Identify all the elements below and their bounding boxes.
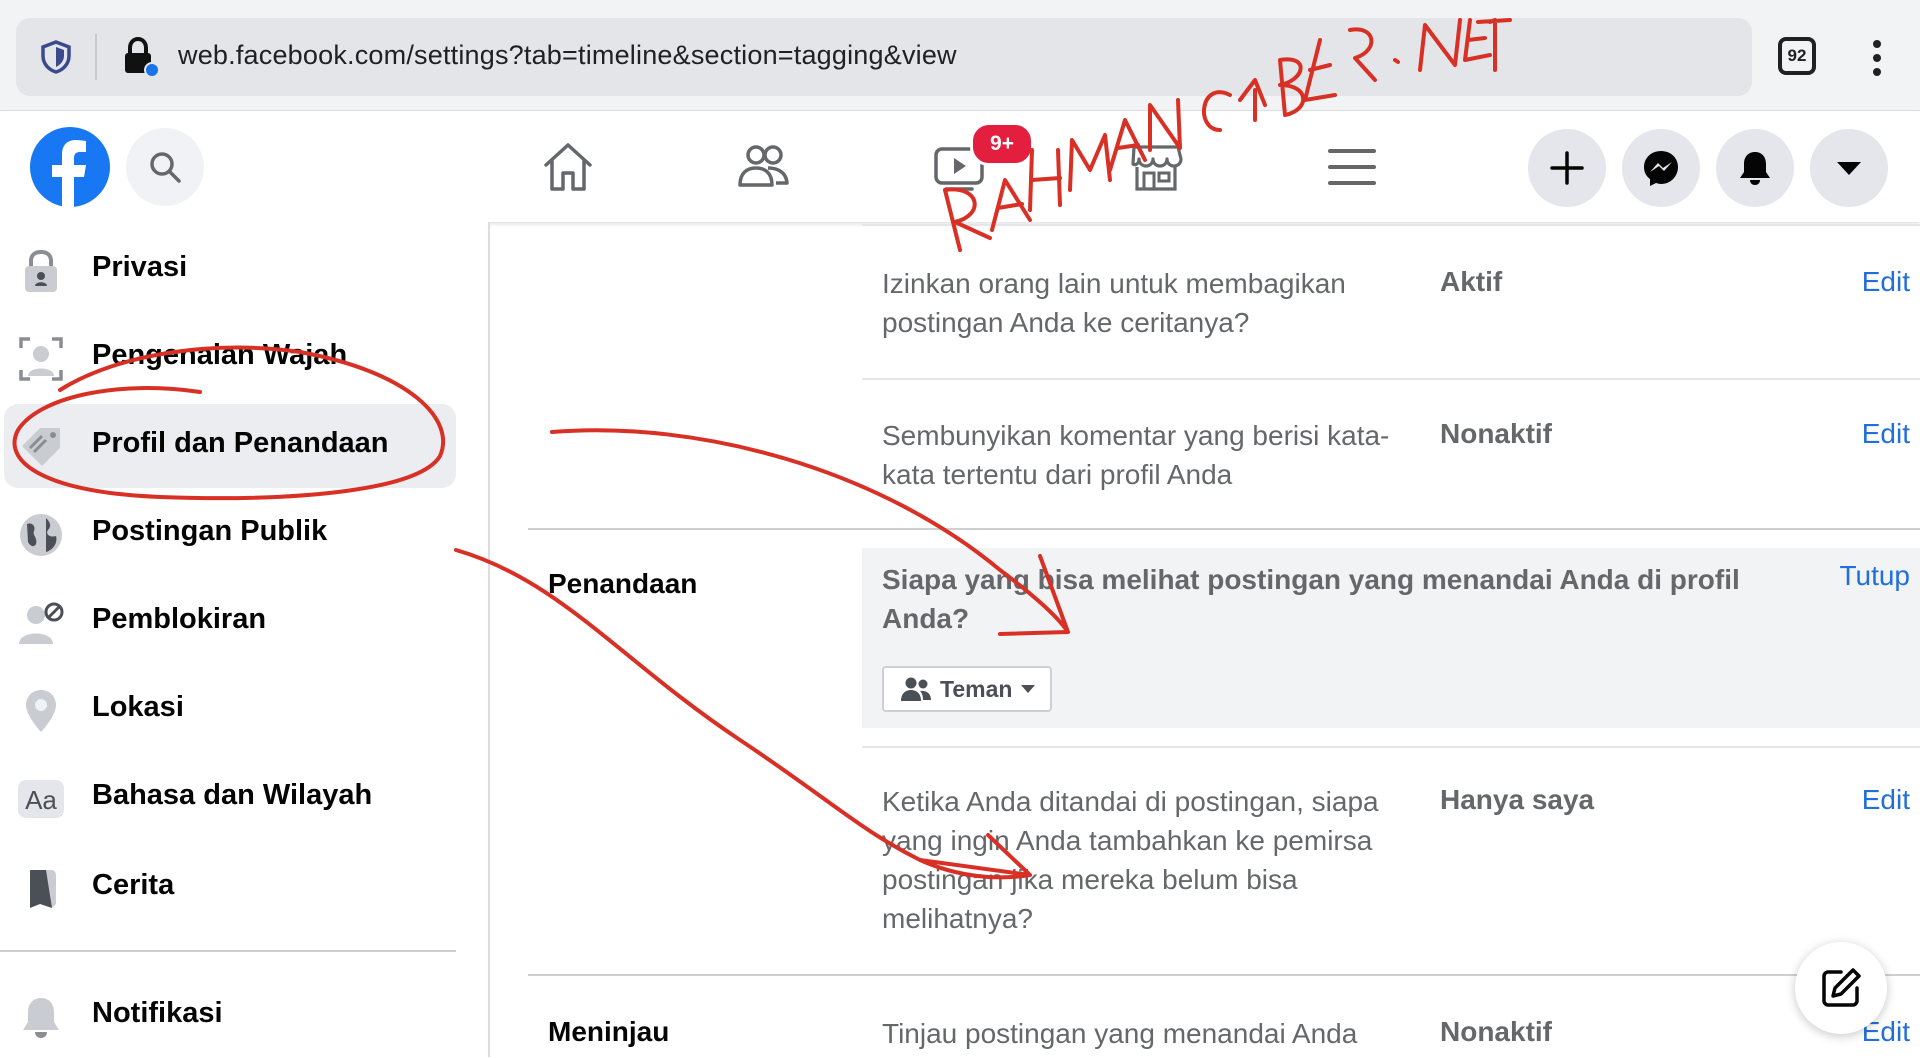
setting-question: Siapa yang bisa melihat postingan yang m… — [882, 564, 1740, 634]
audience-value: Teman — [940, 675, 1013, 702]
facebook-logo[interactable] — [30, 127, 110, 207]
row-divider — [862, 224, 1920, 226]
home-icon[interactable] — [540, 139, 596, 195]
search-icon — [150, 152, 181, 183]
sidebar-item-label: Profil dan Penandaan — [92, 427, 389, 459]
sidebar-item-label: Cerita — [92, 869, 175, 901]
marketplace-icon[interactable] — [1128, 139, 1184, 195]
setting-status: Aktif — [1440, 266, 1503, 297]
section-title-review: Meninjau — [548, 1016, 670, 1047]
row-divider — [862, 746, 1920, 748]
friends-icon[interactable] — [736, 139, 792, 195]
sidebar-item-location[interactable]: Lokasi — [4, 668, 456, 752]
close-link[interactable]: Tutup — [1839, 560, 1910, 592]
bell-icon — [23, 998, 59, 1038]
plus-icon — [1550, 151, 1584, 185]
setting-status: Hanya saya — [1440, 784, 1595, 815]
sidebar-item-language-region[interactable]: Aa Bahasa dan Wilayah — [4, 756, 456, 840]
menu-icon[interactable] — [1324, 139, 1380, 195]
tab-switcher-button[interactable]: 92 — [1778, 37, 1816, 75]
svg-text:Aa: Aa — [25, 785, 57, 815]
messenger-button[interactable] — [1622, 129, 1700, 207]
compose-icon — [1822, 968, 1861, 1007]
sidebar-item-privacy[interactable]: Privasi — [4, 228, 456, 312]
audience-selector[interactable]: Teman — [882, 666, 1053, 712]
url-text[interactable]: web.facebook.com/settings?tab=timeline&s… — [178, 40, 957, 71]
tag-icon — [22, 428, 60, 466]
facebook-header: 9+ — [0, 111, 1920, 222]
sidebar-item-label: Postingan Publik — [92, 515, 328, 547]
browser-toolbar: web.facebook.com/settings?tab=timeline&s… — [0, 0, 1920, 111]
sidebar-item-label: Privasi — [92, 251, 188, 283]
setting-status: Nonaktif — [1440, 1016, 1552, 1047]
row-divider — [862, 378, 1920, 380]
sidebar-item-stories[interactable]: Cerita — [4, 846, 456, 930]
sidebar-item-notifications[interactable]: Notifikasi — [4, 974, 456, 1058]
sidebar-item-label: Pemblokiran — [92, 603, 267, 635]
caret-down-icon — [1021, 685, 1036, 693]
setting-status: Nonaktif — [1440, 418, 1552, 449]
watch-notification-badge: 9+ — [970, 122, 1034, 166]
shield-icon[interactable] — [38, 39, 74, 75]
setting-question: Ketika Anda ditandai di postingan, siapa… — [882, 786, 1379, 934]
section-divider — [528, 974, 1920, 976]
sidebar-item-profile-tagging[interactable]: Profil dan Penandaan — [4, 404, 456, 488]
setting-question: Izinkan orang lain untuk membagikan post… — [882, 268, 1346, 338]
section-title-tagging: Penandaan — [548, 568, 698, 599]
more-options-icon[interactable] — [1870, 38, 1884, 78]
location-pin-icon — [26, 690, 56, 732]
edit-link[interactable]: Edit — [1862, 418, 1910, 450]
lock-icon — [25, 249, 57, 292]
caret-down-icon — [1837, 162, 1861, 175]
blocked-user-icon — [19, 602, 64, 644]
sidebar-divider — [0, 950, 456, 952]
edit-link[interactable]: Edit — [1862, 784, 1910, 816]
story-icon — [30, 870, 56, 908]
sidebar-item-blocking[interactable]: Pemblokiran — [4, 580, 456, 664]
bell-icon — [1740, 152, 1770, 185]
settings-sidebar: Privasi Pengenalan Wajah Profil dan Pena… — [0, 222, 490, 1057]
face-recognition-icon — [19, 337, 63, 381]
friends-icon — [901, 677, 931, 701]
sidebar-item-label: Bahasa dan Wilayah — [92, 779, 373, 811]
lock-icon[interactable] — [120, 36, 160, 78]
sidebar-item-label: Pengenalan Wajah — [92, 339, 348, 371]
setting-question: Sembunyikan komentar yang berisi kata-ka… — [882, 420, 1390, 490]
sidebar-item-label: Lokasi — [92, 691, 184, 723]
address-divider — [95, 34, 97, 80]
sidebar-item-face-recognition[interactable]: Pengenalan Wajah — [4, 316, 456, 400]
messenger-icon — [1644, 151, 1678, 186]
search-button[interactable] — [126, 128, 204, 206]
globe-icon — [20, 514, 62, 556]
notifications-button[interactable] — [1716, 129, 1794, 207]
create-button[interactable] — [1528, 129, 1606, 207]
account-menu-button[interactable] — [1810, 129, 1888, 207]
sidebar-item-label: Notifikasi — [92, 997, 223, 1029]
settings-content: Izinkan orang lain untuk membagikan post… — [490, 222, 1920, 1057]
sidebar-item-public-posts[interactable]: Postingan Publik — [4, 492, 456, 576]
expanded-setting-panel: Siapa yang bisa melihat postingan yang m… — [862, 548, 1920, 728]
address-bar[interactable]: web.facebook.com/settings?tab=timeline&s… — [16, 18, 1752, 96]
setting-question: Tinjau postingan yang menandai Anda — [882, 1018, 1358, 1049]
edit-link[interactable]: Edit — [1862, 266, 1910, 298]
new-message-button[interactable] — [1795, 942, 1887, 1034]
section-divider — [528, 528, 1920, 530]
language-icon: Aa — [18, 780, 64, 818]
